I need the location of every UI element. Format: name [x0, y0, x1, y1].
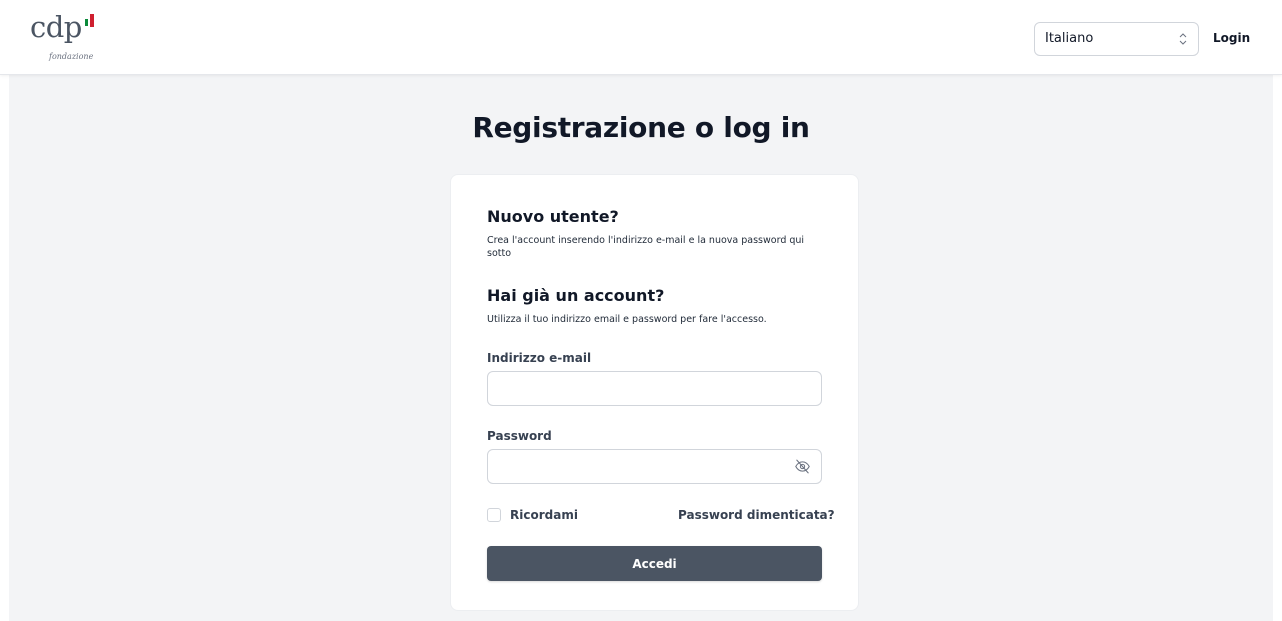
cdp-logo[interactable]: cdp fondazione [30, 8, 120, 68]
email-label: Indirizzo e-mail [487, 351, 592, 365]
remember-me-label: Ricordami [510, 508, 578, 522]
italian-flag-icon [85, 14, 95, 27]
existing-account-description: Utilizza il tuo indirizzo email e passwo… [487, 314, 767, 325]
logo-text: cdp [30, 10, 82, 44]
existing-account-heading: Hai già un account? [487, 286, 665, 305]
top-header: cdp fondazione Italiano Login [0, 0, 1282, 75]
new-user-description: Crea l'account inserendo l'indirizzo e-m… [487, 235, 805, 259]
language-select[interactable]: Italiano [1034, 22, 1199, 56]
eye-off-icon[interactable] [794, 458, 811, 475]
chevron-updown-icon [1179, 33, 1187, 45]
language-selected-value: Italiano [1045, 31, 1094, 46]
logo-subtext: fondazione [49, 52, 94, 61]
password-label: Password [487, 429, 552, 443]
new-user-heading: Nuovo utente? [487, 207, 619, 226]
submit-button[interactable]: Accedi [487, 546, 822, 581]
email-field[interactable] [487, 371, 822, 406]
page-title: Registrazione o log in [472, 111, 810, 144]
remember-me-checkbox[interactable] [487, 508, 501, 522]
login-link[interactable]: Login [1213, 31, 1250, 45]
forgot-password-link[interactable]: Password dimenticata? [678, 508, 835, 522]
remember-me-toggle[interactable]: Ricordami [487, 507, 578, 523]
password-field[interactable] [487, 449, 822, 484]
